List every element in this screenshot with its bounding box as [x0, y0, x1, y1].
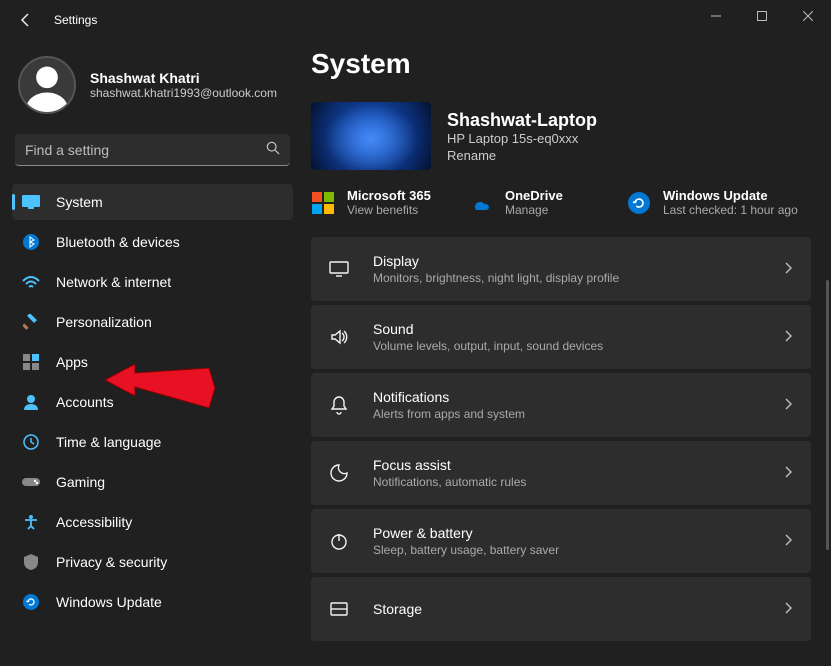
apps-icon [22, 353, 40, 371]
sidebar-item-apps[interactable]: Apps [12, 344, 293, 380]
system-icon [22, 193, 40, 211]
row-title: Notifications [373, 389, 785, 405]
update-icon [627, 191, 651, 215]
notifications-icon [329, 395, 349, 415]
sidebar-item-label: Personalization [56, 314, 152, 330]
m365-icon [311, 191, 335, 215]
accounts-icon [22, 393, 40, 411]
focus-icon [329, 464, 349, 482]
scrollbar[interactable] [826, 280, 829, 550]
chevron-right-icon [785, 329, 793, 345]
sound-icon [329, 328, 349, 346]
chevron-right-icon [785, 601, 793, 617]
row-sub: Sleep, battery usage, battery saver [373, 543, 785, 557]
row-title: Sound [373, 321, 785, 337]
power-icon [329, 532, 349, 550]
row-sub: Monitors, brightness, night light, displ… [373, 271, 785, 285]
update-icon [22, 593, 40, 611]
sidebar-item-accessibility[interactable]: Accessibility [12, 504, 293, 540]
sidebar-item-update[interactable]: Windows Update [12, 584, 293, 620]
storage-icon [329, 602, 349, 616]
page-title: System [311, 48, 811, 80]
sidebar-item-label: Accounts [56, 394, 114, 410]
settings-row-display[interactable]: Display Monitors, brightness, night light… [311, 237, 811, 301]
chevron-right-icon [785, 465, 793, 481]
row-sub: Volume levels, output, input, sound devi… [373, 339, 785, 353]
back-button[interactable] [18, 12, 34, 28]
settings-row-notifications[interactable]: Notifications Alerts from apps and system [311, 373, 811, 437]
chevron-right-icon [785, 533, 793, 549]
search-box[interactable] [15, 134, 290, 166]
row-sub: Notifications, automatic rules [373, 475, 785, 489]
row-sub: Alerts from apps and system [373, 407, 785, 421]
sidebar-item-time[interactable]: Time & language [12, 424, 293, 460]
device-model: HP Laptop 15s-eq0xxx [447, 131, 597, 146]
maximize-button[interactable] [739, 0, 785, 32]
sidebar-item-personalization[interactable]: Personalization [12, 304, 293, 340]
device-name: Shashwat-Laptop [447, 110, 597, 131]
accessibility-icon [22, 513, 40, 531]
close-button[interactable] [785, 0, 831, 32]
search-icon [266, 141, 280, 158]
window-title: Settings [54, 13, 97, 27]
privacy-icon [22, 553, 40, 571]
device-wallpaper-thumb [311, 102, 431, 170]
quick-card-update[interactable]: Windows UpdateLast checked: 1 hour ago [627, 188, 798, 217]
row-title: Power & battery [373, 525, 785, 541]
quick-sub: Manage [505, 203, 563, 217]
search-input[interactable] [25, 142, 266, 158]
settings-row-power[interactable]: Power & battery Sleep, battery usage, bat… [311, 509, 811, 573]
profile-email: shashwat.khatri1993@outlook.com [90, 86, 277, 100]
quick-title: OneDrive [505, 188, 563, 203]
profile-name: Shashwat Khatri [90, 70, 277, 86]
row-title: Focus assist [373, 457, 785, 473]
row-title: Storage [373, 601, 785, 617]
quick-title: Microsoft 365 [347, 188, 431, 203]
time-icon [22, 433, 40, 451]
bluetooth-icon [22, 233, 40, 251]
sidebar-item-label: Privacy & security [56, 554, 167, 570]
sidebar-item-gaming[interactable]: Gaming [12, 464, 293, 500]
gaming-icon [22, 473, 40, 491]
chevron-right-icon [785, 261, 793, 277]
sidebar-item-network[interactable]: Network & internet [12, 264, 293, 300]
profile-block[interactable]: Shashwat Khatri shashwat.khatri1993@outl… [12, 40, 293, 134]
sidebar-item-label: Bluetooth & devices [56, 234, 180, 250]
sidebar-item-label: Gaming [56, 474, 105, 490]
sidebar-item-bluetooth[interactable]: Bluetooth & devices [12, 224, 293, 260]
rename-link[interactable]: Rename [447, 148, 597, 163]
minimize-button[interactable] [693, 0, 739, 32]
sidebar-item-label: Windows Update [56, 594, 162, 610]
sidebar-item-privacy[interactable]: Privacy & security [12, 544, 293, 580]
display-icon [329, 261, 349, 277]
sidebar-item-label: Apps [56, 354, 88, 370]
sidebar-item-label: System [56, 194, 103, 210]
quick-sub: Last checked: 1 hour ago [663, 203, 798, 217]
quick-sub: View benefits [347, 203, 431, 217]
personalization-icon [22, 313, 40, 331]
quick-card-onedrive[interactable]: OneDriveManage [469, 188, 619, 217]
settings-row-focus[interactable]: Focus assist Notifications, automatic rul… [311, 441, 811, 505]
avatar [18, 56, 76, 114]
row-title: Display [373, 253, 785, 269]
settings-row-storage[interactable]: Storage [311, 577, 811, 641]
sidebar-item-system[interactable]: System [12, 184, 293, 220]
quick-title: Windows Update [663, 188, 798, 203]
settings-row-sound[interactable]: Sound Volume levels, output, input, sound… [311, 305, 811, 369]
quick-card-m365[interactable]: Microsoft 365View benefits [311, 188, 461, 217]
sidebar-item-accounts[interactable]: Accounts [12, 384, 293, 420]
network-icon [22, 273, 40, 291]
chevron-right-icon [785, 397, 793, 413]
sidebar-item-label: Time & language [56, 434, 161, 450]
sidebar-item-label: Accessibility [56, 514, 132, 530]
onedrive-icon [469, 191, 493, 215]
sidebar-item-label: Network & internet [56, 274, 171, 290]
